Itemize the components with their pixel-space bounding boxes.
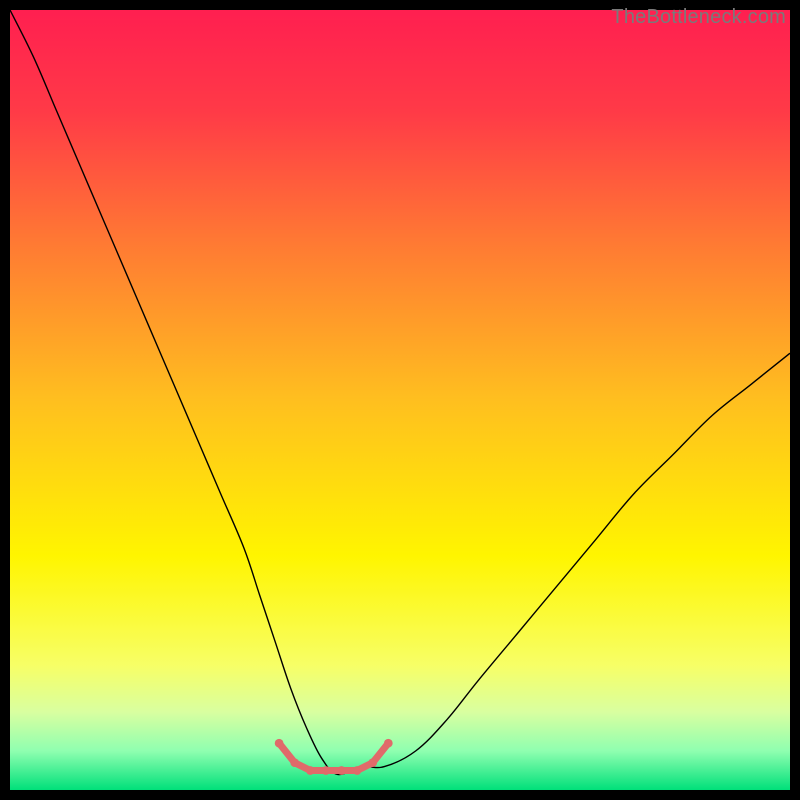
watermark-text: TheBottleneck.com bbox=[611, 6, 786, 29]
chart-stage: TheBottleneck.com bbox=[0, 0, 800, 800]
chart-background bbox=[10, 10, 790, 790]
bottleneck-chart bbox=[10, 10, 790, 790]
